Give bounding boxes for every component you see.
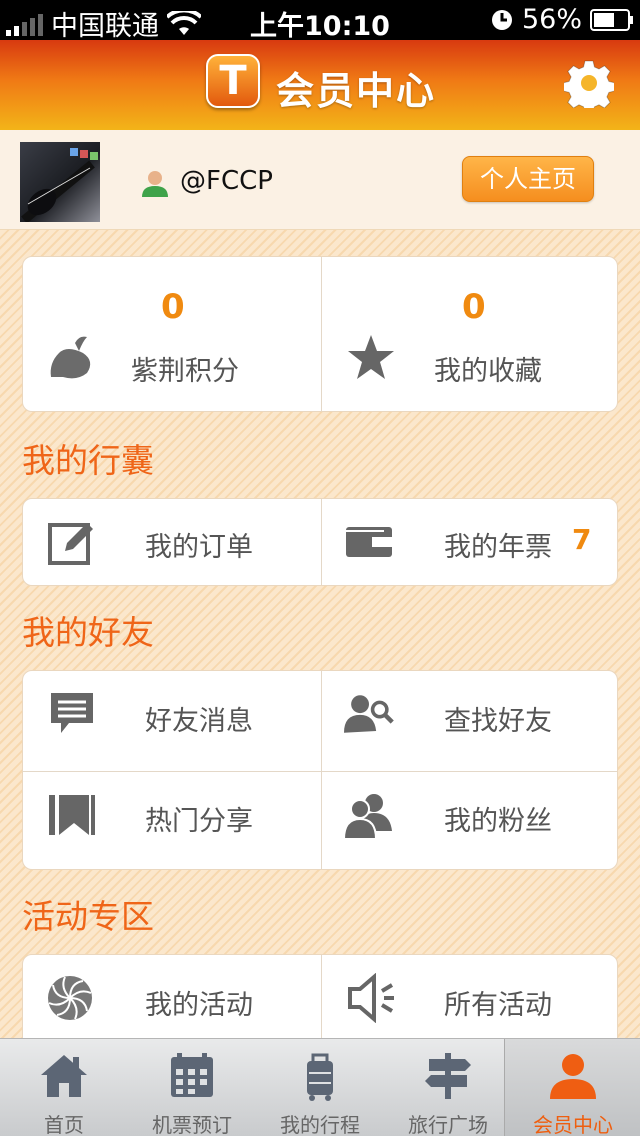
tab-travel-plaza[interactable]: 旅行广场 bbox=[384, 1039, 512, 1136]
points-cell[interactable]: 0 紫荆积分 bbox=[23, 257, 321, 411]
signpost-icon bbox=[425, 1053, 471, 1099]
section-title-bag: 我的行囊 bbox=[22, 441, 154, 480]
friends-card: 好友消息 查找好友 热门分享 我的粉丝 bbox=[22, 670, 618, 870]
my-activities-label: 我的活动 bbox=[145, 990, 253, 1021]
bookmark-icon bbox=[49, 795, 95, 835]
friend-messages-item[interactable]: 好友消息 bbox=[23, 671, 321, 771]
pinwheel-icon bbox=[48, 976, 92, 1020]
tab-bar: 首页 机票预订 我的行程 旅行广场 会员中心 bbox=[0, 1038, 640, 1136]
tab-home[interactable]: 首页 bbox=[0, 1039, 128, 1136]
member-icon bbox=[550, 1054, 596, 1099]
favorites-value: 0 bbox=[462, 287, 486, 327]
status-bar: 中国联通 上午10:10 56% bbox=[0, 0, 640, 42]
tab-travel-plaza-label: 旅行广场 bbox=[408, 1113, 488, 1136]
leaf-icon bbox=[50, 336, 91, 379]
battery-percent: 56% bbox=[521, 4, 582, 35]
stats-card: 0 紫荆积分 0 我的收藏 bbox=[22, 256, 618, 412]
points-label: 紫荆积分 bbox=[131, 356, 239, 387]
username: @FCCP bbox=[180, 166, 273, 196]
page-title: 会员中心 bbox=[276, 69, 437, 113]
annual-ticket-badge: 7 bbox=[572, 523, 592, 556]
all-activities-label: 所有活动 bbox=[444, 990, 552, 1021]
hot-shares-label: 热门分享 bbox=[145, 806, 253, 837]
my-orders-label: 我的订单 bbox=[145, 532, 253, 563]
my-orders-item[interactable]: 我的订单 bbox=[23, 499, 321, 585]
find-friends-item[interactable]: 查找好友 bbox=[322, 671, 617, 771]
tab-member-center[interactable]: 会员中心 bbox=[504, 1039, 640, 1136]
clock-icon bbox=[491, 9, 512, 30]
home-icon bbox=[41, 1055, 87, 1097]
my-fans-label: 我的粉丝 bbox=[444, 806, 552, 837]
message-icon bbox=[51, 693, 93, 733]
calendar-icon bbox=[171, 1053, 213, 1097]
tab-flight-booking[interactable]: 机票预订 bbox=[128, 1039, 256, 1136]
tab-home-label: 首页 bbox=[44, 1113, 84, 1136]
battery-icon bbox=[590, 8, 633, 31]
edit-icon bbox=[48, 523, 93, 565]
annual-ticket-label: 我的年票 bbox=[444, 532, 552, 563]
tab-my-trips[interactable]: 我的行程 bbox=[256, 1039, 384, 1136]
section-title-activity: 活动专区 bbox=[22, 897, 154, 936]
personal-homepage-button[interactable]: 个人主页 bbox=[462, 156, 594, 202]
speaker-icon bbox=[348, 973, 394, 1023]
luggage-icon bbox=[307, 1053, 333, 1101]
bag-card: 我的订单 我的年票 7 bbox=[22, 498, 618, 586]
settings-gear-icon[interactable] bbox=[564, 58, 614, 108]
tab-my-trips-label: 我的行程 bbox=[280, 1113, 360, 1136]
wallet-icon bbox=[346, 527, 392, 557]
profile-bar: @FCCP 个人主页 bbox=[0, 130, 640, 230]
user-icon bbox=[142, 171, 168, 197]
star-icon bbox=[348, 335, 394, 379]
content-area: 0 紫荆积分 0 我的收藏 我的行囊 我的订单 我的年票 7 我的好友 好友消息… bbox=[0, 230, 640, 1064]
my-fans-item[interactable]: 我的粉丝 bbox=[322, 771, 617, 869]
find-friends-label: 查找好友 bbox=[444, 706, 552, 737]
status-right: 56% bbox=[490, 4, 634, 35]
find-user-icon bbox=[344, 695, 394, 733]
tab-member-center-label: 会员中心 bbox=[533, 1113, 613, 1136]
section-title-friends: 我的好友 bbox=[22, 613, 154, 652]
favorites-label: 我的收藏 bbox=[434, 356, 542, 387]
avatar[interactable] bbox=[20, 142, 100, 222]
friend-messages-label: 好友消息 bbox=[145, 706, 253, 737]
app-header: T 会员中心 bbox=[0, 40, 640, 130]
favorites-cell[interactable]: 0 我的收藏 bbox=[322, 257, 617, 411]
hot-shares-item[interactable]: 热门分享 bbox=[23, 771, 321, 869]
app-logo-icon: T bbox=[206, 54, 260, 108]
points-value: 0 bbox=[161, 287, 185, 327]
avatar-guitar-icon bbox=[21, 148, 98, 222]
users-icon bbox=[344, 794, 392, 840]
tab-flight-booking-label: 机票预订 bbox=[152, 1113, 232, 1136]
annual-ticket-item[interactable]: 我的年票 7 bbox=[322, 499, 617, 585]
